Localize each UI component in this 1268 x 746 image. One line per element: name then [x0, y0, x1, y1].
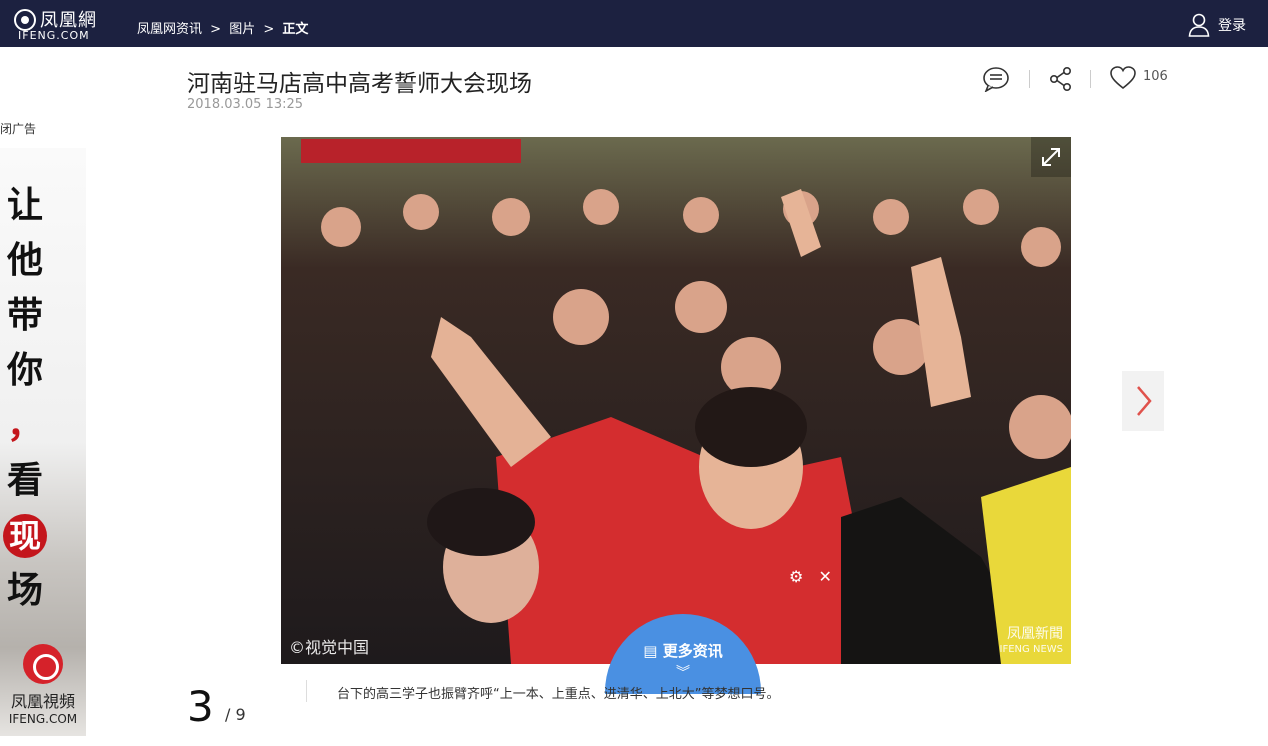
caption-divider: [306, 680, 307, 702]
close-icon[interactable]: ✕: [818, 567, 831, 586]
phoenix-logo-icon: [14, 9, 36, 31]
ifeng-logo[interactable]: 凤凰網 IFENG.COM: [14, 6, 110, 42]
heart-icon[interactable]: [1110, 66, 1136, 94]
more-news-label: 更多资讯: [662, 642, 723, 660]
article-actions: 106: [982, 64, 1172, 94]
ad-slogan-char: 看: [6, 460, 43, 501]
expand-icon: [1042, 148, 1060, 166]
chevron-down-icon: ︾: [676, 665, 690, 681]
ad-slogan: 让 他 带 你 ， 看 现 场: [0, 178, 50, 618]
ad-slogan-char: 场: [6, 570, 43, 611]
comment-icon[interactable]: [982, 66, 1010, 96]
current-photo-index: 3: [187, 682, 214, 731]
watermark-vcg: ©视觉中国: [289, 638, 370, 657]
watermark-ifeng-cn: 凤凰新聞: [1007, 626, 1063, 642]
gear-icon[interactable]: ⚙: [789, 567, 803, 586]
phoenix-video-logo-icon: [23, 644, 63, 684]
ad-banner[interactable]: 让 他 带 你 ， 看 现 场 凤凰視頻 IFENG.COM: [0, 148, 86, 736]
watermark-ifeng-news: 凤凰新聞 IFENG NEWS: [1000, 626, 1063, 658]
ad-slogan-char: 你: [6, 350, 43, 391]
ad-slogan-char: 他: [6, 240, 43, 281]
chevron-right-icon: [1137, 386, 1152, 416]
breadcrumb-separator: >: [263, 22, 275, 37]
photo-caption: 台下的高三学子也振臂齐呼“上一本、上重点、进清华、上北大”等梦想口号。: [337, 687, 780, 702]
page-title: 河南驻马店高中高考誓师大会现场: [187, 71, 532, 97]
like-count: 106: [1143, 69, 1168, 84]
ad-slogan-char: 让: [6, 185, 43, 226]
more-news-content: ▤ 更多资讯: [605, 640, 761, 661]
action-divider: [1029, 70, 1030, 88]
ad-logo-en: IFENG.COM: [8, 712, 78, 726]
user-icon: [1188, 13, 1210, 37]
main-photo[interactable]: ⚙ ✕ ©视觉中国 凤凰新聞 IFENG NEWS: [281, 137, 1071, 664]
ad-logo-cn: 凤凰視頻: [10, 692, 75, 711]
crowd-photo-illustration: [281, 137, 1071, 664]
watermark-ifeng-en: IFENG NEWS: [999, 644, 1063, 655]
action-divider: [1090, 70, 1091, 88]
breadcrumb-separator: >: [210, 22, 222, 37]
breadcrumb: 凤凰网资讯 > 图片 > 正文: [137, 18, 312, 37]
ad-slogan-char: ，: [6, 405, 43, 446]
ad-slogan-char-highlight: 现: [3, 514, 47, 558]
left-advertisement[interactable]: 闭广告 让 他 带 你 ， 看 现 场 凤凰視頻 IFENG.COM: [0, 118, 86, 738]
document-icon: ▤: [643, 642, 658, 660]
breadcrumb-news[interactable]: 凤凰网资讯: [137, 22, 202, 37]
total-photo-count: / 9: [225, 705, 246, 724]
breadcrumb-pictures[interactable]: 图片: [229, 22, 255, 37]
next-photo-button[interactable]: [1122, 371, 1164, 431]
login-button[interactable]: 登录: [1188, 13, 1246, 37]
login-label: 登录: [1218, 18, 1246, 34]
close-ad-button[interactable]: 闭广告: [0, 120, 36, 137]
logo-english-text: IFENG.COM: [18, 29, 90, 42]
share-icon[interactable]: [1049, 66, 1073, 96]
ad-video-logo: 凤凰視頻 IFENG.COM: [0, 644, 86, 726]
breadcrumb-current: 正文: [282, 22, 309, 37]
fullscreen-button[interactable]: [1031, 137, 1071, 177]
ad-overlay-controls: ⚙ ✕: [789, 567, 832, 586]
ad-slogan-char: 带: [6, 295, 43, 336]
publish-date: 2018.03.05 13:25: [187, 97, 304, 112]
top-navigation-bar: 凤凰網 IFENG.COM 凤凰网资讯 > 图片 > 正文 登录: [0, 0, 1268, 47]
